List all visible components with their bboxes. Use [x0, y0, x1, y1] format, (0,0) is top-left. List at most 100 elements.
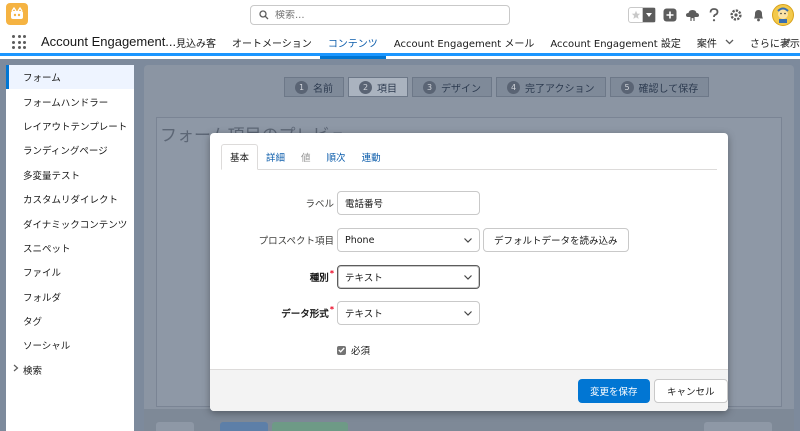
label-input[interactable]	[337, 191, 480, 215]
wizard-step-confirm-save[interactable]: 5 確認して保存	[609, 77, 710, 97]
required-checkbox-row[interactable]: 必須	[337, 343, 370, 357]
nav-tab-prospects[interactable]: 見込み客	[168, 29, 224, 56]
app-name: Account Engagement...	[41, 34, 177, 49]
sidebar-item-dynamic-content[interactable]: ダイナミックコンテンツ	[6, 211, 134, 235]
required-checkbox-label: 必須	[351, 346, 371, 357]
field-row-type: 種別 * テキスト	[210, 265, 728, 289]
required-checkbox[interactable]	[337, 345, 346, 355]
search-icon	[259, 10, 269, 20]
wizard-step-design[interactable]: 3 デザイン	[412, 77, 492, 97]
select-value: Phone	[345, 234, 375, 246]
nav-tab-automation[interactable]: オートメーション	[224, 29, 320, 56]
sidebar-item-form-handlers[interactable]: フォームハンドラー	[6, 89, 134, 113]
sidebar-item-label: レイアウトテンプレート	[23, 121, 128, 133]
sidebar-item-label: フォルダ	[23, 292, 62, 304]
chevron-down-icon	[464, 236, 472, 245]
sidebar-item-custom-redirects[interactable]: カスタムリダイレクト	[6, 187, 134, 211]
wizard-step-name[interactable]: 1 名前	[284, 77, 344, 97]
prospect-field-label: プロスペクト項目	[258, 236, 334, 247]
wizard-cancel-button[interactable]	[704, 422, 772, 431]
nav-tab-ae-email[interactable]: Account Engagement メール	[386, 29, 543, 56]
sidebar-item-forms[interactable]: フォーム	[6, 65, 134, 90]
nav-tab-label: 案件	[696, 39, 717, 50]
search-input[interactable]	[275, 9, 495, 21]
type-label-text: 種別	[309, 273, 329, 284]
global-search[interactable]	[250, 5, 510, 25]
edit-nav-icon[interactable]	[782, 37, 792, 50]
wizard-step-fields[interactable]: 2 項目	[348, 77, 408, 97]
tab-label: 詳細	[266, 153, 286, 164]
nav-tab-label: Account Engagement メール	[393, 39, 535, 50]
nav-tab-ae-settings[interactable]: Account Engagement 設定	[542, 29, 689, 56]
sidebar-item-social[interactable]: ソーシャル	[6, 333, 134, 357]
favorites-group	[628, 7, 656, 23]
nav-tab-label: オートメーション	[232, 39, 312, 50]
help-icon[interactable]	[706, 7, 722, 23]
app-logo[interactable]	[6, 3, 28, 25]
data-format-select[interactable]: テキスト	[337, 301, 480, 325]
chevron-down-icon	[464, 309, 472, 318]
sidebar-item-multivariate-tests[interactable]: 多変量テスト	[6, 163, 134, 187]
sidebar-item-tags[interactable]: タグ	[6, 309, 134, 333]
nav-tab-label: コンテンツ	[327, 39, 378, 50]
tab-basic[interactable]: 基本	[221, 144, 259, 170]
tab-dependent[interactable]: 連動	[354, 144, 389, 170]
sidebar-item-search[interactable]: 検索	[6, 358, 134, 382]
sidebar-item-snippets[interactable]: スニペット	[6, 236, 134, 260]
gear-icon[interactable]	[728, 7, 744, 23]
field-row-label: ラベル	[210, 191, 728, 215]
step-label: 名前	[313, 83, 333, 95]
global-actions-icon[interactable]	[662, 7, 678, 23]
nav-tab-content[interactable]: コンテンツ	[319, 29, 386, 59]
sidebar-item-label: フォームハンドラー	[23, 97, 109, 109]
content-sidebar: フォーム フォームハンドラー レイアウトテンプレート ランディングページ 多変量…	[6, 65, 134, 431]
tab-label: 基本	[230, 153, 250, 164]
step-number: 3	[423, 80, 436, 94]
salesforce-cloud-icon	[11, 6, 23, 19]
app-launcher-icon[interactable]	[12, 35, 26, 49]
step-label: デザイン	[441, 83, 481, 95]
tab-advanced[interactable]: 詳細	[258, 144, 293, 170]
select-value: テキスト	[345, 273, 383, 284]
cancel-button[interactable]: キャンセル	[654, 379, 728, 403]
sidebar-item-landing-pages[interactable]: ランディングページ	[6, 138, 134, 162]
prospect-field-select[interactable]: Phone	[337, 228, 480, 252]
global-header	[0, 0, 800, 29]
wizard-confirm-button[interactable]	[272, 422, 348, 431]
bell-icon[interactable]	[750, 7, 766, 23]
select-value: テキスト	[345, 309, 383, 320]
load-default-data-button[interactable]: デフォルトデータを読み込み	[483, 228, 629, 252]
sidebar-item-label: 多変量テスト	[23, 170, 81, 182]
favorites-dropdown-icon[interactable]	[643, 8, 655, 22]
wizard-step-completion-actions[interactable]: 4 完了アクション	[496, 77, 606, 97]
app-navigation-bar: Account Engagement... 見込み客 オートメーション コンテン…	[0, 29, 800, 59]
field-row-data-format: データ形式 * テキスト	[210, 301, 728, 325]
field-row-prospect-field: プロスペクト項目 Phone デフォルトデータを読み込み	[210, 228, 728, 252]
tab-label: 連動	[361, 153, 381, 164]
star-icon[interactable]	[629, 8, 643, 22]
data-format-label: データ形式 *	[281, 301, 334, 325]
trailhead-guidance-icon[interactable]	[684, 7, 700, 23]
save-changes-button[interactable]: 変更を保存	[578, 379, 650, 403]
sidebar-item-folders[interactable]: フォルダ	[6, 285, 134, 309]
chevron-down-icon[interactable]	[725, 38, 734, 48]
wizard-back-button[interactable]	[156, 422, 194, 431]
wizard-next-button[interactable]	[220, 422, 268, 431]
sidebar-item-label: タグ	[23, 317, 43, 329]
modal-footer: 変更を保存 キャンセル	[210, 369, 728, 411]
step-number: 5	[620, 80, 634, 94]
sidebar-item-label: 検索	[23, 365, 43, 377]
nav-tab-opportunities[interactable]: 案件	[689, 29, 742, 56]
nav-tab-label: Account Engagement 設定	[550, 39, 681, 50]
step-number: 1	[295, 80, 308, 94]
sidebar-item-label: ファイル	[23, 268, 62, 280]
type-select[interactable]: テキスト	[337, 265, 480, 289]
sidebar-item-layout-templates[interactable]: レイアウトテンプレート	[6, 114, 134, 138]
step-label: 完了アクション	[525, 83, 595, 95]
nav-tab-label: さらに表示	[749, 39, 800, 50]
tab-progressive[interactable]: 順次	[319, 144, 354, 170]
step-label: 確認して保存	[638, 83, 699, 95]
sidebar-item-files[interactable]: ファイル	[6, 260, 134, 284]
user-avatar[interactable]	[772, 4, 794, 26]
nav-tab-label: 見込み客	[176, 39, 216, 50]
